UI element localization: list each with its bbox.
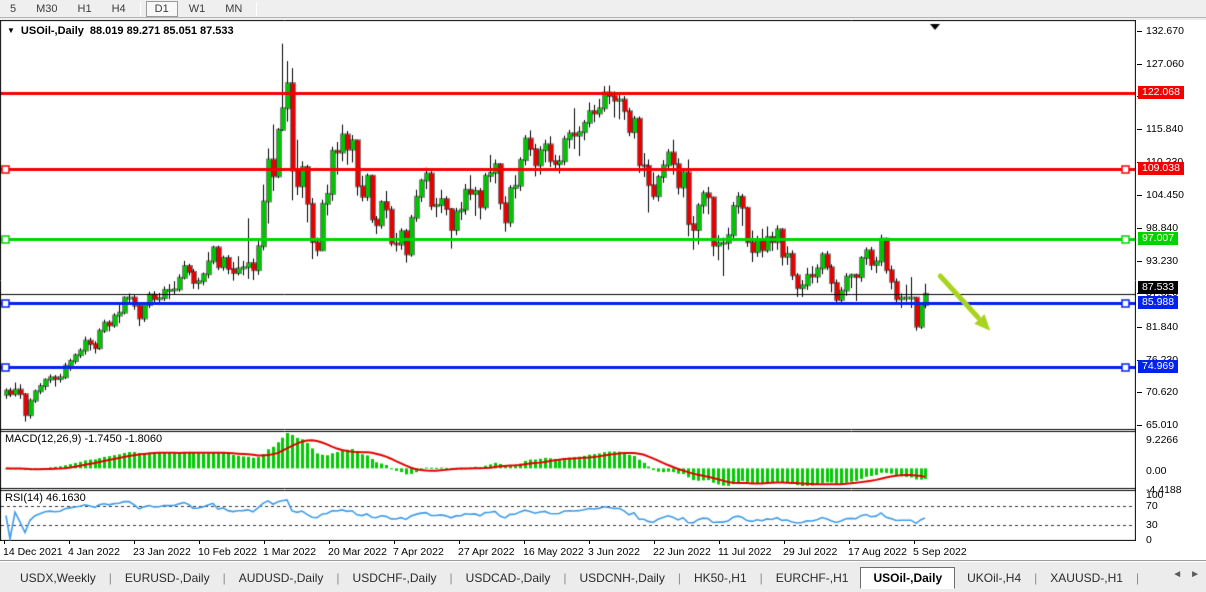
date-label: 29 Jul 2022 <box>783 546 837 558</box>
axis-tick-mark <box>1137 195 1142 196</box>
level-price-label: 87.533 <box>1138 281 1178 294</box>
macd-axis-label: 9.2266 <box>1146 434 1178 446</box>
price-tick-label: 70.620 <box>1146 386 1178 398</box>
timeframe-toolbar: 5M30H1H4 D1W1MN <box>0 0 1206 18</box>
symbol-tab-audusd[interactable]: AUDUSD-,Daily <box>227 568 336 588</box>
toolbar-separator <box>140 2 141 16</box>
level-price-label: 85.988 <box>1138 296 1178 309</box>
price-tick-label: 132.670 <box>1146 25 1184 37</box>
mt4-window: 5M30H1H4 D1W1MN ▼ USOil-,Daily 88.019 89.… <box>0 0 1206 592</box>
price-tick-label: 81.840 <box>1146 321 1178 333</box>
price-chart-canvas[interactable] <box>0 20 1136 541</box>
date-label: 14 Dec 2021 <box>3 546 63 558</box>
symbol-tab-eurchf[interactable]: EURCHF-,H1 <box>764 568 861 588</box>
axis-tick-mark <box>1137 425 1142 426</box>
symbol-tab-usdx[interactable]: USDX,Weekly <box>8 568 108 588</box>
date-label: 7 Apr 2022 <box>393 546 444 558</box>
chart-symbol-label: USOil-,Daily <box>21 25 84 37</box>
timeframe-button-h4[interactable]: H4 <box>103 1 135 17</box>
axis-tick-mark <box>1137 64 1142 65</box>
tab-scroll-left-icon[interactable]: ◄ <box>1172 569 1182 580</box>
date-tick-mark <box>654 541 655 544</box>
date-tick-mark <box>459 541 460 544</box>
date-label: 22 Jun 2022 <box>653 546 711 558</box>
level-price-label: 97.007 <box>1138 232 1178 245</box>
date-tick-mark <box>329 541 330 544</box>
price-axis: 132.670127.060121.450115.840110.230104.4… <box>1137 20 1206 560</box>
date-tick-mark <box>4 541 5 544</box>
timeframe-button-mn[interactable]: MN <box>216 1 251 17</box>
symbol-tabbar: USDX,Weekly|EURUSD-,Daily|AUDUSD-,Daily|… <box>8 566 1166 590</box>
price-tick-label: 104.450 <box>1146 189 1184 201</box>
tab-separator: | <box>1135 571 1140 585</box>
timeframe-button-h1[interactable]: H1 <box>69 1 101 17</box>
date-label: 17 Aug 2022 <box>848 546 907 558</box>
symbol-tab-usoil[interactable]: USOil-,Daily <box>860 567 955 589</box>
date-label: 20 Mar 2022 <box>328 546 387 558</box>
price-tick-label: 93.230 <box>1146 255 1178 267</box>
date-tick-mark <box>914 541 915 544</box>
date-tick-mark <box>849 541 850 544</box>
date-tick-mark <box>69 541 70 544</box>
date-tick-mark <box>524 541 525 544</box>
tab-scroll-right-icon[interactable]: ► <box>1190 569 1200 580</box>
rsi-axis-label: 70 <box>1146 500 1158 512</box>
date-label: 27 Apr 2022 <box>458 546 515 558</box>
date-tick-mark <box>784 541 785 544</box>
date-tick-mark <box>264 541 265 544</box>
timeframe-button-w1[interactable]: W1 <box>180 1 215 17</box>
date-tick-mark <box>719 541 720 544</box>
date-tick-mark <box>394 541 395 544</box>
axis-tick-mark <box>1137 31 1142 32</box>
timeframe-button-m30[interactable]: M30 <box>27 1 66 17</box>
symbol-tab-area: USDX,Weekly|EURUSD-,Daily|AUDUSD-,Daily|… <box>0 560 1206 592</box>
axis-tick-mark <box>1137 129 1142 130</box>
chart-dropdown-icon[interactable]: ▼ <box>7 26 15 36</box>
axis-tick-mark <box>1137 228 1142 229</box>
date-label: 11 Jul 2022 <box>718 546 772 558</box>
timeframe-button-5[interactable]: 5 <box>1 1 25 17</box>
level-price-label: 109.038 <box>1138 162 1184 175</box>
symbol-tab-usdcnh[interactable]: USDCNH-,Daily <box>567 568 676 588</box>
date-label: 3 Jun 2022 <box>588 546 640 558</box>
price-tick-label: 65.010 <box>1146 419 1178 431</box>
price-tick-label: 115.840 <box>1146 123 1183 135</box>
date-tick-mark <box>589 541 590 544</box>
axis-tick-mark <box>1137 327 1142 328</box>
date-label: 23 Jan 2022 <box>133 546 191 558</box>
chart-window: ▼ USOil-,Daily 88.019 89.271 85.051 87.5… <box>0 20 1206 560</box>
axis-tick-mark <box>1137 392 1142 393</box>
date-label: 5 Sep 2022 <box>913 546 967 558</box>
level-price-label: 74.969 <box>1138 360 1178 373</box>
tab-scrollers: ◄ ► <box>1172 569 1200 580</box>
chart-ohlc-values: 88.019 89.271 85.051 87.533 <box>90 25 234 37</box>
macd-axis-label: 0.00 <box>1146 465 1166 477</box>
date-label: 4 Jan 2022 <box>68 546 120 558</box>
toolbar-separator <box>256 2 257 16</box>
date-label: 1 Mar 2022 <box>263 546 316 558</box>
date-label: 10 Feb 2022 <box>198 546 257 558</box>
rsi-axis-label: 30 <box>1146 519 1158 531</box>
symbol-tab-xauusd[interactable]: XAUUSD-,H1 <box>1038 568 1135 588</box>
symbol-tab-usdcad[interactable]: USDCAD-,Daily <box>454 568 563 588</box>
date-tick-mark <box>134 541 135 544</box>
axis-tick-mark <box>1137 261 1142 262</box>
symbol-tab-hk50[interactable]: HK50-,H1 <box>682 568 759 588</box>
timeframe-button-d1[interactable]: D1 <box>146 1 178 17</box>
rsi-axis-label: 0 <box>1146 534 1152 546</box>
macd-label: MACD(12,26,9) -1.7450 -1.8060 <box>5 433 162 445</box>
rsi-label: RSI(14) 46.1630 <box>5 492 86 504</box>
symbol-tab-usdchf[interactable]: USDCHF-,Daily <box>341 568 449 588</box>
symbol-tab-ukoil[interactable]: UKOil-,H4 <box>955 568 1033 588</box>
symbol-tab-eurusd[interactable]: EURUSD-,Daily <box>113 568 222 588</box>
chart-title: ▼ USOil-,Daily 88.019 89.271 85.051 87.5… <box>7 25 234 37</box>
date-axis: 14 Dec 2021 4 Jan 2022 23 Jan 2022 10 Feb 2… <box>0 541 1137 560</box>
date-label: 16 May 2022 <box>523 546 584 558</box>
level-price-label: 122.068 <box>1138 86 1184 99</box>
price-tick-label: 127.060 <box>1146 58 1184 70</box>
date-tick-mark <box>199 541 200 544</box>
